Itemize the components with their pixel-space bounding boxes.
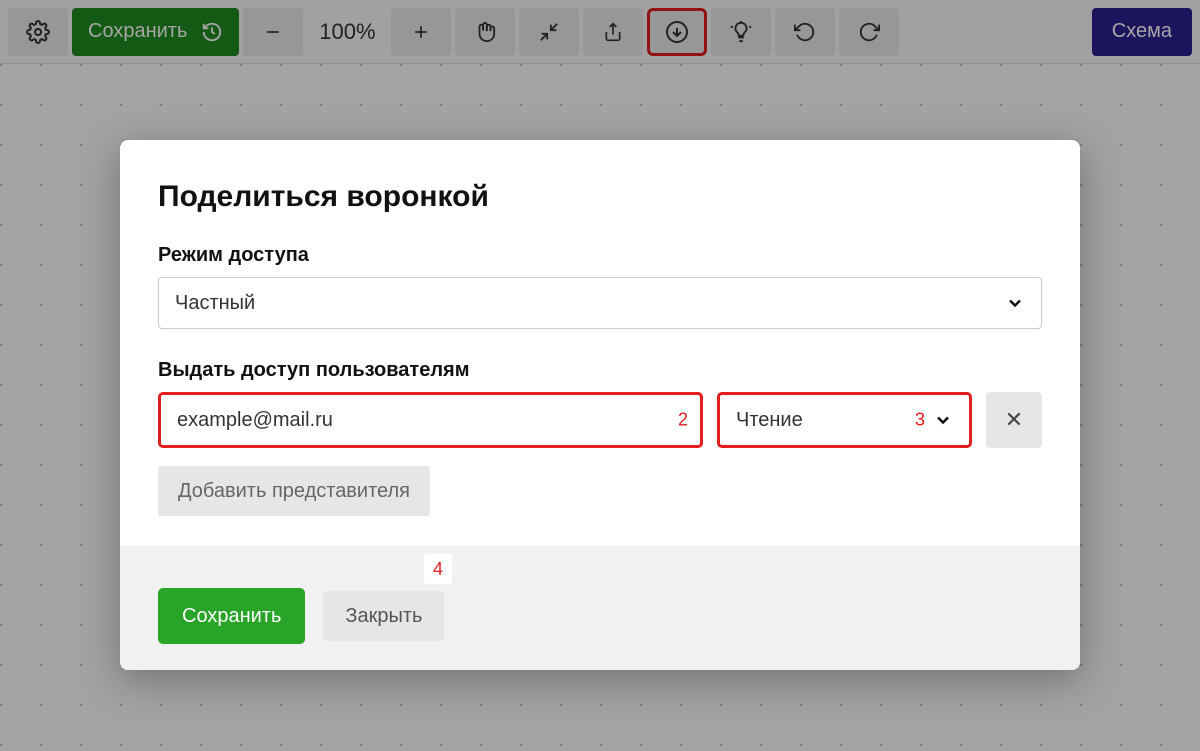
email-input[interactable]: example@mail.ru 2 (158, 392, 703, 448)
chevron-down-icon (1005, 293, 1025, 313)
close-icon: ✕ (1005, 407, 1023, 432)
modal-footer: 4 Сохранить Закрыть (120, 546, 1080, 670)
remove-user-button[interactable]: ✕ (986, 392, 1042, 448)
permission-select[interactable]: Чтение 3 (717, 392, 972, 448)
permission-value: Чтение (736, 409, 803, 432)
access-mode-select[interactable]: Частный (158, 277, 1042, 329)
user-row: example@mail.ru 2 Чтение 3 ✕ (158, 392, 1042, 448)
share-funnel-modal: Поделиться воронкой Режим доступа Частны… (120, 140, 1080, 670)
access-mode-label: Режим доступа (158, 244, 1042, 267)
grant-users-label: Выдать доступ пользователям (158, 359, 1042, 382)
modal-save-button[interactable]: Сохранить (158, 588, 305, 644)
annotation-4: 4 (424, 554, 452, 584)
modal-save-label: Сохранить (182, 605, 281, 627)
add-representative-button[interactable]: Добавить представителя (158, 466, 430, 516)
modal-body: Поделиться воронкой Режим доступа Частны… (120, 140, 1080, 546)
add-representative-label: Добавить представителя (178, 480, 410, 502)
email-value: example@mail.ru (177, 409, 333, 432)
annotation-3: 3 (915, 410, 925, 431)
modal-title: Поделиться воронкой (158, 180, 1042, 214)
modal-close-button[interactable]: Закрыть (323, 591, 444, 641)
annotation-2: 2 (678, 410, 688, 431)
modal-close-label: Закрыть (345, 605, 422, 627)
chevron-down-icon (933, 410, 953, 430)
access-mode-value: Частный (175, 292, 255, 315)
